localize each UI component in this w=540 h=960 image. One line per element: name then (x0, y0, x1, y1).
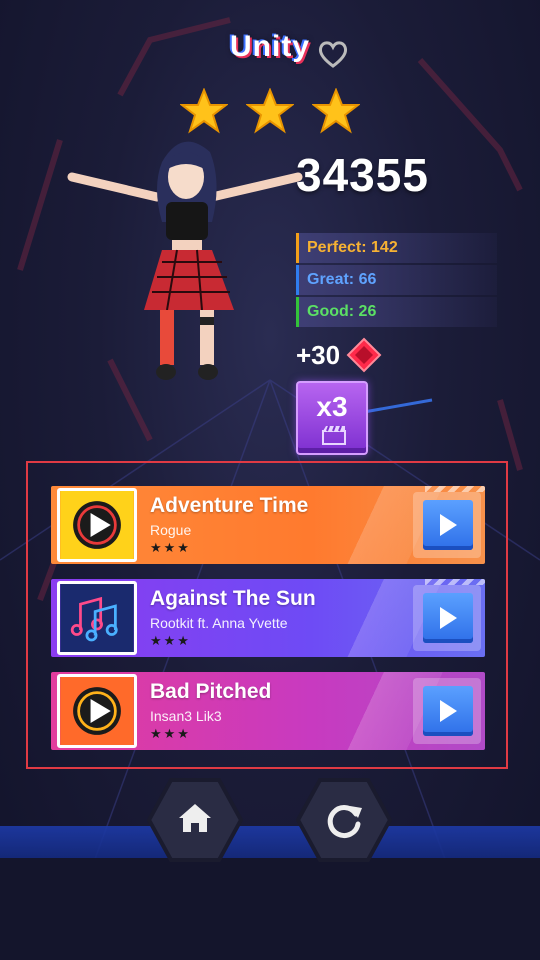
floor-strip (0, 826, 540, 858)
dancer-character (67, 141, 303, 380)
song-card[interactable]: Adventure Time Rogue ★★★ (51, 486, 485, 564)
song-artist: Rogue (150, 522, 192, 538)
floor-base (0, 858, 540, 960)
retry-button[interactable] (295, 778, 393, 862)
song-title: Unity (230, 30, 310, 63)
song-title: Adventure Time (150, 494, 309, 517)
clapperboard-icon (322, 425, 346, 445)
song-rating: ★★★ (150, 727, 191, 742)
song-thumbnail (57, 488, 137, 562)
star-icon (180, 88, 228, 134)
star-icon (312, 88, 360, 134)
song-title: Bad Pitched (150, 680, 272, 703)
good-count: Good: 26 (296, 297, 497, 327)
song-thumbnail (57, 674, 137, 748)
song-thumbnail (57, 581, 137, 655)
play-button[interactable] (413, 678, 481, 744)
play-icon (440, 514, 457, 536)
heart-icon[interactable] (318, 40, 348, 68)
score-value: 34355 (296, 149, 429, 201)
song-rating: ★★★ (150, 634, 191, 649)
play-icon (440, 607, 457, 629)
home-button[interactable] (146, 778, 244, 862)
song-rating: ★★★ (150, 541, 191, 556)
song-artist: Insan3 Lik3 (150, 708, 222, 724)
watch-ad-multiplier-button[interactable]: x3 (296, 381, 368, 455)
song-title: Against The Sun (150, 587, 316, 610)
perfect-count: Perfect: 142 (296, 233, 497, 263)
star-rating (178, 88, 368, 138)
play-icon (440, 700, 457, 722)
result-header: Unity (0, 30, 540, 64)
great-count: Great: 66 (296, 265, 497, 295)
song-artist: Rootkit ft. Anna Yvette (150, 615, 288, 631)
multiplier-label: x3 (316, 391, 348, 422)
play-button[interactable] (413, 585, 481, 651)
song-card[interactable]: Bad Pitched Insan3 Lik3 ★★★ (51, 672, 485, 750)
song-card[interactable]: Against The Sun Rootkit ft. Anna Yvette … (51, 579, 485, 657)
play-button[interactable] (413, 492, 481, 558)
star-icon (246, 88, 294, 134)
reward-amount: +30 (296, 340, 341, 370)
gem-icon (346, 337, 382, 373)
